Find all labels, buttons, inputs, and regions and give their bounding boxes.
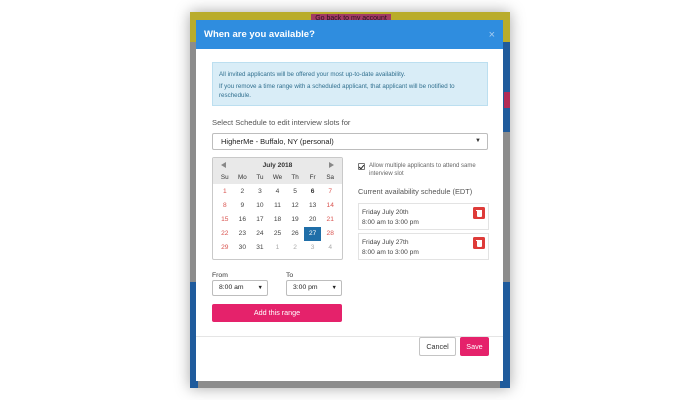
modal-title: When are you available? [204, 29, 315, 40]
weekday-label: Su [220, 174, 229, 181]
calendar-day[interactable]: 8 [216, 199, 234, 213]
calendar-day[interactable]: 9 [234, 199, 252, 213]
calendar-day-selected[interactable]: 27 [303, 227, 322, 241]
slot-date: Friday July 20th [362, 209, 409, 216]
trash-icon[interactable] [473, 207, 485, 219]
calendar-day[interactable]: 15 [216, 213, 234, 227]
allow-multiple-checkbox[interactable] [358, 163, 365, 170]
availability-slot: Friday July 27th 8:00 am to 3:00 pm [358, 233, 489, 260]
close-icon[interactable]: × [489, 29, 495, 41]
calendar-day[interactable]: 23 [234, 227, 252, 241]
availability-slot: Friday July 20th 8:00 am to 3:00 pm [358, 203, 489, 230]
modal-header: When are you available? × [196, 20, 503, 49]
info-alert: All invited applicants will be offered y… [212, 62, 488, 106]
info-text-2: If you remove a time range with a schedu… [219, 83, 455, 99]
weekday-label: Th [291, 174, 299, 181]
chevron-down-icon: ▼ [475, 138, 481, 144]
weekday-label: We [272, 174, 283, 181]
calendar-day[interactable]: 29 [216, 241, 234, 255]
from-time-value: 8:00 am [219, 284, 244, 291]
calendar-day[interactable]: 24 [251, 227, 269, 241]
calendar-day[interactable]: 30 [234, 241, 252, 255]
footer-divider [196, 336, 503, 337]
to-time-value: 3:00 pm [293, 284, 318, 291]
calendar-day[interactable]: 5 [286, 185, 304, 199]
calendar-day[interactable]: 6 [304, 185, 322, 199]
slot-range: 8:00 am to 3:00 pm [362, 248, 419, 256]
schedule-select-value: HigherMe - Buffalo, NY (personal) [221, 137, 334, 146]
calendar-day[interactable]: 3 [251, 185, 269, 199]
calendar-header: July 2018 [213, 158, 342, 172]
cancel-button[interactable]: Cancel [419, 337, 456, 356]
prev-month-icon[interactable] [221, 162, 226, 168]
calendar-day[interactable]: 4 [269, 185, 287, 199]
background-pink-marker [504, 92, 510, 108]
calendar-day[interactable]: 10 [251, 199, 269, 213]
schedule-label: Select Schedule to edit interview slots … [212, 118, 351, 127]
add-range-button[interactable]: Add this range [212, 304, 342, 322]
calendar-day[interactable]: 11 [269, 199, 287, 213]
calendar-day[interactable]: 22 [216, 227, 234, 241]
slot-range: 8:00 am to 3:00 pm [362, 218, 419, 226]
calendar-day[interactable]: 14 [321, 199, 339, 213]
calendar-day[interactable]: 2 [286, 241, 304, 255]
to-time-select[interactable]: 3:00 pm ▼ [286, 280, 342, 296]
weekday-label: Fr [309, 174, 316, 181]
calendar-day[interactable]: 1 [269, 241, 287, 255]
weekday-label: Tu [256, 174, 264, 181]
calendar-day[interactable]: 19 [286, 213, 304, 227]
calendar-day[interactable]: 16 [234, 213, 252, 227]
from-time-select[interactable]: 8:00 am ▼ [212, 280, 268, 296]
calendar-month-title: July 2018 [262, 161, 293, 169]
calendar-day[interactable]: 1 [216, 185, 234, 199]
calendar-day[interactable]: 13 [304, 199, 322, 213]
weekday-label: Mo [237, 174, 247, 181]
from-label: From [212, 272, 228, 279]
to-label: To [286, 272, 294, 279]
calendar-day[interactable]: 21 [321, 213, 339, 227]
calendar-weekdays: Su Mo Tu We Th Fr Sa [213, 172, 342, 184]
chevron-down-icon: ▼ [257, 285, 263, 291]
schedule-select[interactable]: HigherMe - Buffalo, NY (personal) ▼ [212, 133, 488, 150]
calendar-day[interactable]: 12 [286, 199, 304, 213]
trash-icon[interactable] [473, 237, 485, 249]
info-text-1: All invited applicants will be offered y… [219, 71, 406, 78]
save-button[interactable]: Save [460, 337, 489, 356]
weekday-label: Sa [326, 174, 335, 181]
calendar-day[interactable]: 7 [321, 185, 339, 199]
calendar-day[interactable]: 20 [304, 213, 322, 227]
current-schedule-label: Current availability schedule (EDT) [358, 187, 473, 196]
calendar-day[interactable]: 4 [321, 241, 339, 255]
slot-date: Friday July 27th [362, 239, 409, 246]
allow-multiple-label: Allow multiple applicants to attend same… [369, 163, 476, 177]
calendar-days: 1 2 3 4 5 6 7 8 9 10 11 12 13 14 15 16 17 18 19 20 21 22 23 24 2… [213, 184, 342, 255]
calendar-day[interactable]: 17 [251, 213, 269, 227]
next-month-icon[interactable] [328, 162, 334, 168]
availability-modal: When are you available? × All invited ap… [196, 20, 503, 381]
calendar-day[interactable]: 26 [286, 227, 304, 241]
calendar-day[interactable]: 28 [321, 227, 339, 241]
screen: Go back to my account When are you avail… [0, 0, 700, 400]
calendar-day[interactable]: 31 [251, 241, 269, 255]
date-picker: July 2018 Su Mo Tu We Th Fr Sa 1 2 3 4 5 6 7 8 9 10 11 12… [212, 157, 343, 260]
calendar-day[interactable]: 2 [234, 185, 252, 199]
calendar-day[interactable]: 3 [304, 241, 322, 255]
calendar-day[interactable]: 18 [269, 213, 287, 227]
chevron-down-icon: ▼ [331, 285, 337, 291]
allow-multiple-row[interactable]: Allow multiple applicants to attend same… [358, 162, 492, 178]
calendar-day[interactable]: 25 [269, 227, 287, 241]
